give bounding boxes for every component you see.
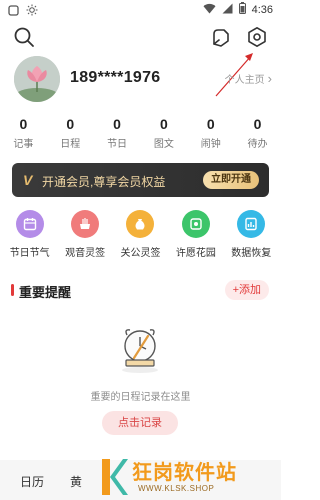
empty-calendar-illustration-icon bbox=[114, 324, 166, 376]
tab-almanac[interactable]: 黄 bbox=[70, 473, 82, 490]
vip-badge-icon: V bbox=[23, 172, 33, 188]
avatar[interactable] bbox=[14, 56, 60, 102]
stat-alarms[interactable]: 0 闹钟 bbox=[187, 116, 234, 152]
battery-icon bbox=[238, 2, 246, 17]
stat-value: 0 bbox=[66, 116, 75, 132]
vip-open-button[interactable]: 立即开通 bbox=[203, 171, 259, 189]
app-notification-icon bbox=[8, 3, 19, 21]
feature-wish-garden[interactable]: 许愿花园 bbox=[169, 210, 223, 260]
signal-icon bbox=[222, 3, 233, 17]
stat-label: 节日 bbox=[107, 139, 128, 150]
settings-icon[interactable] bbox=[246, 26, 268, 48]
watermark-text: 狂岗软件站 bbox=[132, 462, 237, 484]
feature-label: 节日节气 bbox=[9, 248, 50, 259]
add-reminder-button[interactable]: +添加 bbox=[224, 280, 269, 300]
watermark-url: WWW.KLSK.SHOP bbox=[138, 484, 215, 493]
watermark-logo-icon bbox=[102, 459, 128, 495]
stat-festivals[interactable]: 0 节日 bbox=[94, 116, 141, 152]
watermark: 狂岗软件站 WWW.KLSK.SHOP bbox=[98, 456, 288, 500]
feature-label: 关公灵签 bbox=[120, 248, 161, 259]
calendar-icon bbox=[15, 210, 44, 238]
section-accent-bar bbox=[11, 284, 14, 296]
stat-images[interactable]: 0 图文 bbox=[140, 116, 187, 152]
stat-value: 0 bbox=[160, 116, 168, 132]
stat-value: 0 bbox=[253, 116, 262, 132]
empty-state-text: 重要的日程记录在这里 bbox=[90, 392, 191, 403]
brightness-icon bbox=[26, 3, 38, 21]
feature-data-restore[interactable]: 数据恢复 bbox=[224, 210, 278, 260]
status-bar: 4:36 bbox=[0, 0, 281, 20]
feature-festivals[interactable]: 节日节气 bbox=[3, 210, 57, 260]
stat-value: 0 bbox=[206, 116, 215, 132]
feature-label: 数据恢复 bbox=[231, 248, 272, 259]
stat-todos[interactable]: 0 待办 bbox=[234, 116, 281, 152]
stat-label: 记事 bbox=[13, 139, 34, 150]
section-title: 重要提醒 bbox=[19, 285, 72, 300]
data-restore-icon bbox=[237, 210, 266, 238]
stats-row: 0 记事 0 日程 0 节日 0 图文 0 闹钟 0 待办 bbox=[0, 116, 281, 152]
feature-label: 观音灵签 bbox=[65, 248, 106, 259]
feature-guanyin[interactable]: 观音灵签 bbox=[58, 210, 112, 260]
vip-text: 开通会员,尊享会员权益 bbox=[42, 175, 166, 189]
stat-value: 0 bbox=[19, 116, 28, 132]
reminders-header: 重要提醒 +添加 bbox=[0, 280, 281, 300]
record-button[interactable]: 点击记录 bbox=[102, 411, 178, 435]
feature-grid: 节日节气 观音灵签 关公灵签 许愿花园 数据恢复 bbox=[0, 210, 281, 260]
notes-icon[interactable] bbox=[210, 26, 232, 48]
profile-header: 189****1976 个人主页 › bbox=[14, 56, 274, 104]
incense-icon bbox=[71, 210, 100, 238]
top-bar bbox=[0, 26, 281, 52]
stat-label: 待办 bbox=[247, 139, 268, 150]
username: 189****1976 bbox=[70, 69, 161, 86]
stat-label: 日程 bbox=[60, 139, 81, 150]
homepage-label: 个人主页 bbox=[224, 75, 265, 86]
stat-notes[interactable]: 0 记事 bbox=[0, 116, 47, 152]
wifi-icon bbox=[203, 3, 216, 17]
stat-label: 图文 bbox=[153, 139, 174, 150]
chevron-right-icon: › bbox=[267, 71, 272, 86]
vip-banner[interactable]: V 开通会员,尊享会员权益 立即开通 bbox=[12, 163, 269, 197]
feature-guangong[interactable]: 关公灵签 bbox=[113, 210, 167, 260]
search-icon[interactable] bbox=[13, 26, 35, 48]
wish-garden-icon bbox=[181, 210, 210, 238]
stat-value: 0 bbox=[113, 116, 121, 132]
fortune-bag-icon bbox=[126, 210, 155, 238]
status-time: 4:36 bbox=[251, 3, 273, 16]
stat-label: 闹钟 bbox=[200, 139, 221, 150]
stat-schedule[interactable]: 0 日程 bbox=[47, 116, 94, 152]
tab-calendar[interactable]: 日历 bbox=[20, 473, 44, 490]
homepage-link[interactable]: 个人主页 › bbox=[225, 71, 272, 86]
feature-label: 许愿花园 bbox=[175, 248, 216, 259]
